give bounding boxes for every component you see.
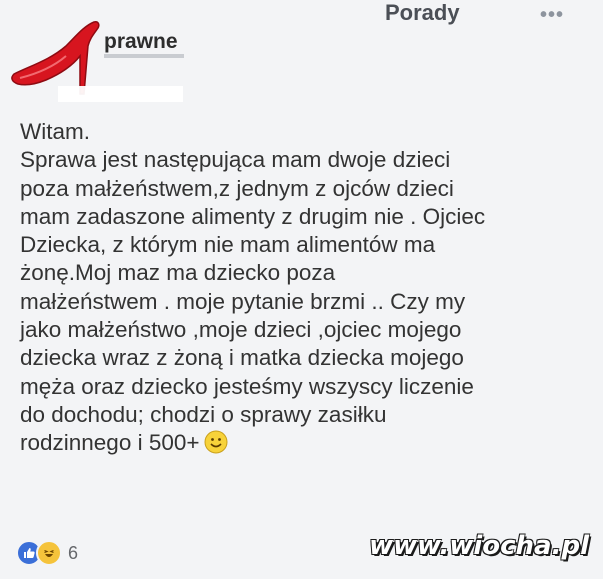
haha-icon <box>36 540 62 566</box>
author-name[interactable]: prawne <box>104 30 178 54</box>
more-dots-icon[interactable]: ••• <box>540 4 564 27</box>
facebook-post-card: Porady ••• prawne Witam. Sprawa jest nas… <box>0 0 603 579</box>
author-underline <box>104 54 184 58</box>
smiley-face-icon <box>204 430 228 454</box>
watermark: www.wiocha.pl <box>369 531 589 561</box>
reactions-bar[interactable]: 6 <box>16 540 78 566</box>
redacted-meta <box>58 86 183 102</box>
post-body: Witam. Sprawa jest następująca mam dwoje… <box>20 118 590 458</box>
reaction-count[interactable]: 6 <box>68 543 78 564</box>
post-text: Witam. Sprawa jest następująca mam dwoje… <box>20 119 486 456</box>
group-name[interactable]: Porady <box>385 0 460 26</box>
